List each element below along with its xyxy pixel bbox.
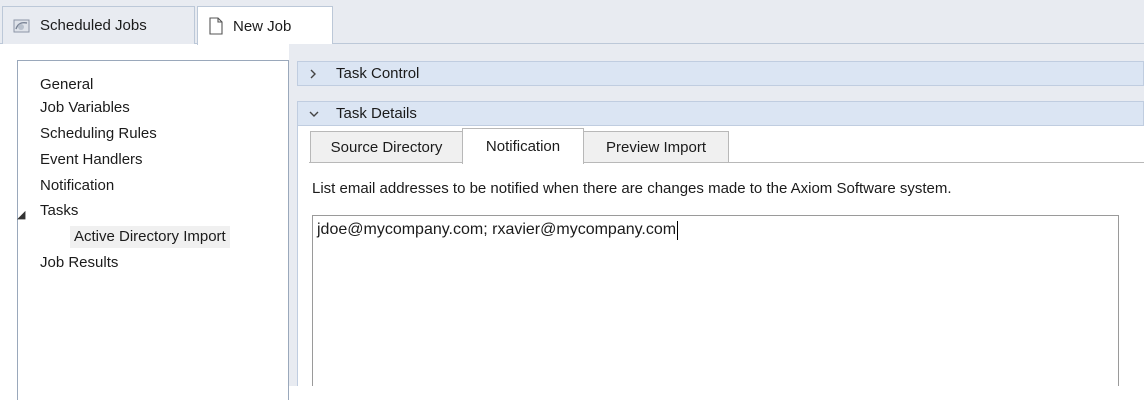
chevron-right-icon — [308, 68, 324, 80]
scheduled-jobs-icon — [13, 17, 31, 35]
tab-divider — [309, 162, 1144, 163]
nav-item-job-variables[interactable]: Job Variables — [40, 99, 130, 117]
document-icon — [208, 17, 224, 35]
task-control-label: Task Control — [336, 65, 420, 82]
task-details-header[interactable]: Task Details — [297, 101, 1144, 126]
nav-item-event-handlers[interactable]: Event Handlers — [40, 151, 143, 169]
nav-item-tasks[interactable]: Tasks — [40, 202, 78, 220]
nav-item-general[interactable]: General — [40, 76, 93, 94]
nav-item-notification[interactable]: Notification — [40, 177, 114, 195]
expand-triangle-icon[interactable]: ◢ — [17, 208, 25, 221]
task-control-header[interactable]: Task Control — [297, 61, 1144, 86]
task-panel: Task Control Task Details Source Directo… — [295, 44, 1144, 386]
email-addresses-value: jdoe@mycompany.com; rxavier@mycompany.co… — [317, 221, 677, 238]
notification-instructions: List email addresses to be notified when… — [312, 180, 952, 197]
tab-new-job-label: New Job — [233, 17, 292, 35]
tab-source-directory[interactable]: Source Directory — [310, 131, 463, 163]
document-tab-bar: Scheduled Jobs New Job — [0, 0, 1144, 45]
email-addresses-input[interactable]: jdoe@mycompany.com; rxavier@mycompany.co… — [312, 215, 1119, 386]
chevron-down-icon — [308, 109, 324, 119]
tab-notification[interactable]: Notification — [462, 128, 584, 164]
tab-scheduled-jobs[interactable]: Scheduled Jobs — [2, 6, 195, 44]
nav-item-active-directory-import[interactable]: Active Directory Import — [70, 226, 230, 248]
tab-preview-import[interactable]: Preview Import — [583, 131, 729, 163]
nav-item-scheduling-rules[interactable]: Scheduling Rules — [40, 125, 157, 143]
tab-new-job[interactable]: New Job — [197, 6, 333, 45]
tab-scheduled-jobs-label: Scheduled Jobs — [40, 17, 147, 34]
nav-item-job-results[interactable]: Job Results — [40, 254, 118, 272]
job-nav-tree: General Job Variables Scheduling Rules E… — [17, 60, 289, 400]
task-details-label: Task Details — [336, 105, 417, 122]
